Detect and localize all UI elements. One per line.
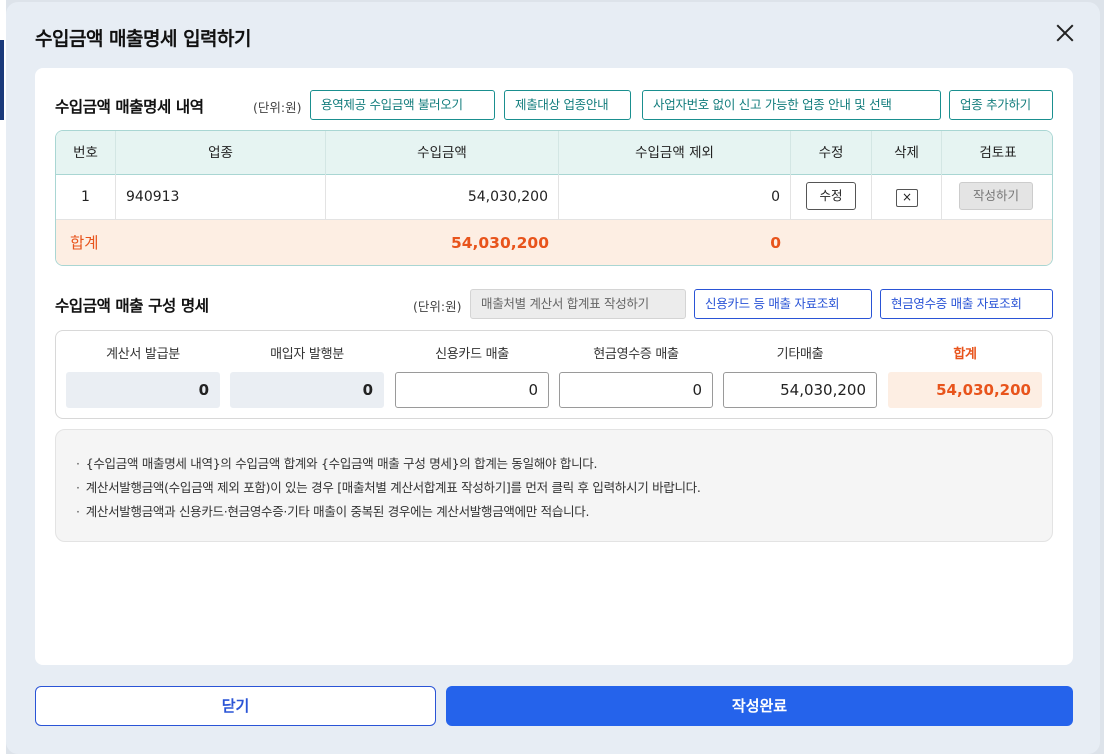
delete-icon[interactable]: × [896, 189, 918, 207]
income-table: 번호 업종 수입금액 수입금액 제외 수정 삭제 검토표 1 940913 54… [55, 130, 1053, 266]
row-edit-cell: 수정 [791, 175, 872, 220]
sum-row: 합계 54,030,200 0 [56, 220, 1052, 265]
row-delete-cell: × [872, 175, 942, 220]
sum-label: 합계 [70, 234, 99, 252]
add-industry-button[interactable]: 업종 추가하기 [949, 90, 1053, 120]
submit-button[interactable]: 작성완료 [446, 686, 1073, 726]
unit-label-2: (단위:원) [413, 299, 462, 314]
col-edit: 수정 [791, 131, 872, 175]
edit-button[interactable]: 수정 [806, 182, 856, 210]
dialog-title: 수입금액 매출명세 입력하기 [35, 28, 252, 50]
value-total: 54,030,200 [888, 372, 1042, 408]
content-panel: 수입금액 매출명세 내역 (단위:원) 용역제공 수입금액 불러오기 제출대상 … [35, 68, 1073, 665]
col-excluded: 수입금액 제외 [559, 131, 791, 175]
col-delete: 삭제 [872, 131, 942, 175]
table-row: 1 940913 54,030,200 0 수정 × 작성하기 [56, 175, 1052, 220]
label-cash-receipt: 현금영수증 매출 [593, 347, 679, 362]
table-header: 번호 업종 수입금액 수입금액 제외 수정 삭제 검토표 [56, 131, 1052, 175]
section-title-sales-composition: 수입금액 매출 구성 명세 [55, 297, 209, 315]
industry-guide-button[interactable]: 제출대상 업종안내 [504, 90, 631, 120]
cash-receipt-sales-lookup-button[interactable]: 현금영수증 매출 자료조회 [880, 289, 1053, 319]
no-bizno-industry-button[interactable]: 사업자번호 없이 신고 가능한 업종 안내 및 선택 [642, 90, 941, 120]
row-review-cell: 작성하기 [942, 175, 1052, 220]
sales-composition-box: 계산서 발급분 매입자 발행분 신용카드 매출 현금영수증 매출 기타매출 합계… [55, 330, 1053, 419]
value-invoice-issued: 0 [66, 372, 220, 408]
col-amount: 수입금액 [326, 131, 559, 175]
section-title-income-details: 수입금액 매출명세 내역 [55, 98, 204, 116]
label-buyer-issued: 매입자 발행분 [270, 347, 344, 362]
sum-excluded: 0 [770, 234, 781, 252]
credit-card-sales-input[interactable]: 0 [395, 372, 549, 408]
load-service-income-button[interactable]: 용역제공 수입금액 불러오기 [310, 90, 495, 120]
col-industry: 업종 [116, 131, 326, 175]
label-total: 합계 [953, 347, 977, 362]
note-item: 계산서발행금액(수입금액 제외 포함)이 있는 경우 [매출처별 계산서합계표 … [76, 477, 701, 496]
note-item: {수입금액 매출명세 내역}의 수입금액 합계와 {수입금액 매출 구성 명세}… [76, 453, 598, 472]
cash-receipt-sales-input[interactable]: 0 [559, 372, 713, 408]
row-amount: 54,030,200 [326, 175, 559, 220]
notes-box: {수입금액 매출명세 내역}의 수입금액 합계와 {수입금액 매출 구성 명세}… [55, 429, 1053, 542]
row-no: 1 [56, 175, 116, 220]
review-write-button: 작성하기 [959, 182, 1033, 210]
label-other-sales: 기타매출 [776, 347, 824, 362]
background-edge-accent [0, 40, 4, 120]
write-invoice-summary-button[interactable]: 매출처별 계산서 합계표 작성하기 [470, 289, 686, 319]
other-sales-input[interactable]: 54,030,200 [723, 372, 877, 408]
col-no: 번호 [56, 131, 116, 175]
sum-amount: 54,030,200 [450, 234, 549, 252]
close-icon[interactable] [1052, 20, 1078, 46]
col-review: 검토표 [979, 145, 1017, 161]
note-item: 계산서발행금액과 신용카드·현금영수증·기타 매출이 중복된 경우에는 계산서발… [76, 501, 590, 520]
income-sales-dialog: 수입금액 매출명세 입력하기 수입금액 매출명세 내역 (단위:원) 용역제공 … [6, 2, 1100, 754]
unit-label: (단위:원) [253, 100, 302, 115]
row-industry: 940913 [116, 175, 326, 220]
close-button[interactable]: 닫기 [35, 686, 436, 726]
label-credit-card: 신용카드 매출 [435, 347, 509, 362]
value-buyer-issued: 0 [230, 372, 384, 408]
credit-card-sales-lookup-button[interactable]: 신용카드 등 매출 자료조회 [694, 289, 872, 319]
row-excluded: 0 [559, 175, 791, 220]
label-invoice-issued: 계산서 발급분 [106, 347, 180, 362]
